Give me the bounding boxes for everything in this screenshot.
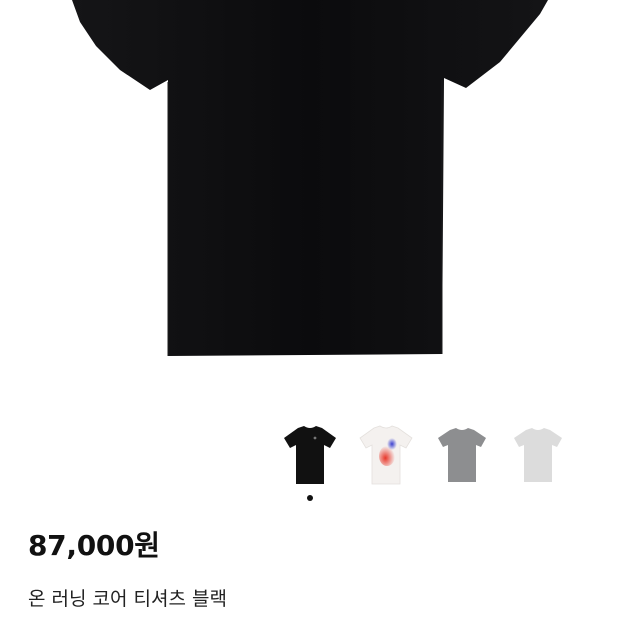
product-detail-page: 87,000원 온 러닝 코어 티셔츠 블랙 bbox=[0, 0, 620, 620]
thumbnail-white-print-tshirt[interactable] bbox=[354, 418, 418, 490]
product-name: 온 러닝 코어 티셔츠 블랙 bbox=[28, 588, 227, 610]
thumbnail-black-tshirt[interactable] bbox=[278, 418, 342, 490]
product-price: 87,000원 bbox=[28, 529, 160, 562]
main-product-image[interactable] bbox=[0, 0, 620, 400]
gallery-indicator-dot bbox=[307, 495, 313, 501]
black-tshirt-image bbox=[72, 0, 548, 356]
thumbnail-light-grey-tshirt[interactable] bbox=[506, 418, 570, 490]
thumbnail-grey-tshirt[interactable] bbox=[430, 418, 494, 490]
color-thumbnails bbox=[270, 418, 580, 498]
